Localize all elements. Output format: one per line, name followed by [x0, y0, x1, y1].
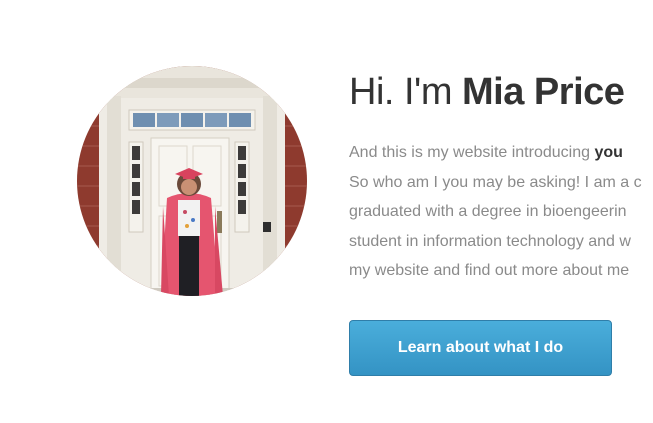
profile-photo: [77, 66, 307, 296]
greeting-text: Hi. I'm: [349, 71, 452, 113]
name-text: Mia Price: [462, 71, 625, 113]
intro-emphasis: you: [594, 144, 623, 161]
page-title: Hi. I'm Mia Price: [349, 66, 625, 118]
profile-photo-image: [77, 66, 307, 296]
learn-more-button[interactable]: Learn about what I do: [349, 320, 612, 376]
intro-line: And this is my website introducing you: [349, 138, 653, 168]
intro-paragraph: And this is my website introducing you S…: [349, 138, 653, 286]
hero-section: Hi. I'm Mia Price And this is my website…: [0, 0, 653, 423]
intro-line: So who am I you may be asking! I am a c: [349, 168, 653, 198]
intro-line-text: graduated with a degree in bioengeerin: [349, 203, 627, 220]
intro-line-text: And this is my website introducing: [349, 144, 595, 161]
intro-line: graduated with a degree in bioengeerin: [349, 197, 653, 227]
intro-line-text: student in information technology and w: [349, 232, 631, 250]
intro-line-text: my website and find out more about me: [349, 262, 630, 279]
intro-line: my website and find out more about me: [349, 256, 653, 286]
intro-line-text: So who am I you may be asking! I am a c: [349, 173, 642, 191]
intro-line: student in information technology and w: [349, 227, 653, 257]
